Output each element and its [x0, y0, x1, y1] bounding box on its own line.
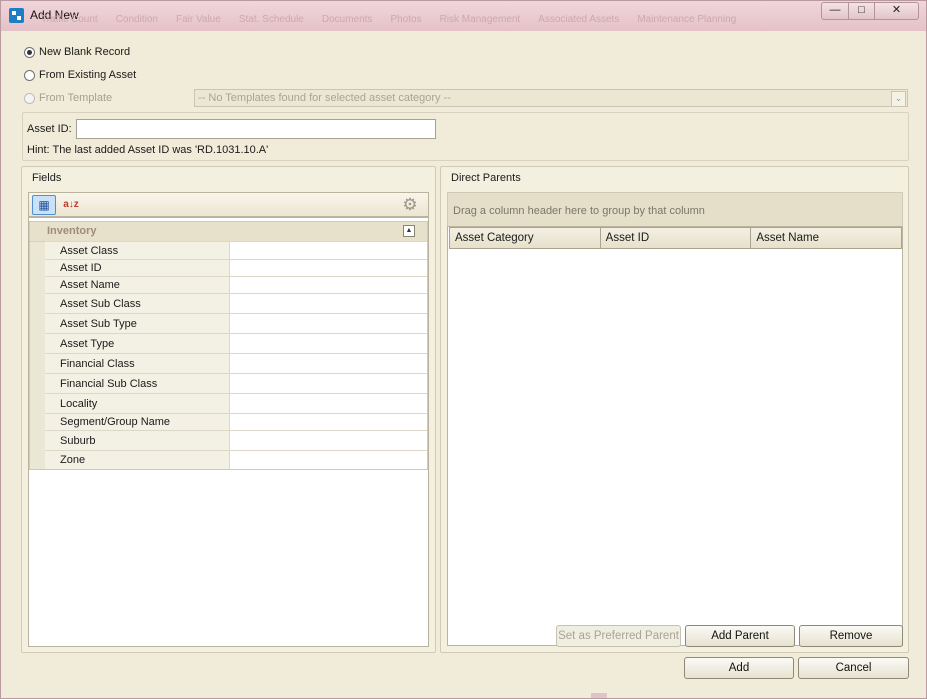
categorized-view-icon[interactable]: ▦: [32, 195, 56, 215]
property-grid-table: Inventory ▲ Asset Class Asset ID Asset N…: [29, 221, 428, 470]
radio-label: From Template: [39, 92, 113, 104]
direct-parents-panel: Direct Parents Drag a column header here…: [440, 166, 909, 653]
property-name: Zone: [45, 451, 230, 469]
category-label: Inventory: [47, 225, 97, 237]
property-value[interactable]: [230, 314, 427, 333]
collapse-icon[interactable]: ▲: [403, 225, 415, 237]
background-tab: Condition: [115, 14, 158, 25]
group-panel[interactable]: Drag a column header here to group by th…: [447, 192, 903, 226]
add-button[interactable]: Add: [684, 657, 794, 679]
parents-grid-header: Asset Category Asset ID Asset Name: [449, 227, 902, 249]
column-header-asset-category[interactable]: Asset Category: [449, 228, 600, 248]
property-row[interactable]: Asset ID: [45, 259, 427, 276]
property-row[interactable]: Locality: [45, 393, 427, 413]
radio-label: From Existing Asset: [39, 69, 137, 81]
asset-id-label: Asset ID:: [27, 123, 72, 135]
alphabetical-sort-icon[interactable]: a↓z: [59, 195, 83, 215]
property-value[interactable]: [230, 431, 427, 450]
fields-panel-title: Fields: [32, 172, 62, 184]
background-tab: Risk Management: [439, 14, 521, 25]
property-value[interactable]: [230, 242, 427, 259]
asset-id-input[interactable]: [76, 119, 436, 139]
set-preferred-parent-button: Set as Preferred Parent: [556, 625, 681, 647]
group-panel-hint: Drag a column header here to group by th…: [453, 205, 705, 217]
property-name: Suburb: [45, 431, 230, 450]
background-tabs: Traffic Count Condition Fair Value Stat.…: [41, 14, 881, 28]
property-name: Asset Class: [45, 242, 230, 259]
property-value[interactable]: [230, 260, 427, 276]
close-button[interactable]: ✕: [874, 2, 919, 20]
property-value[interactable]: [230, 334, 427, 353]
property-name: Financial Sub Class: [45, 374, 230, 393]
cancel-button[interactable]: Cancel: [798, 657, 909, 679]
remove-button[interactable]: Remove: [799, 625, 903, 647]
title-bar[interactable]: Add New Traffic Count Condition Fair Val…: [1, 1, 926, 31]
background-tab: Maintenance Planning: [637, 14, 737, 25]
property-value[interactable]: [230, 374, 427, 393]
property-value[interactable]: [230, 277, 427, 293]
property-row[interactable]: Segment/Group Name: [45, 413, 427, 430]
dialog-content: New Blank Record From Existing Asset Fro…: [9, 31, 920, 691]
property-name: Asset Sub Class: [45, 294, 230, 313]
background-tab: Fair Value: [175, 14, 221, 25]
property-value[interactable]: [230, 414, 427, 430]
property-grid: Inventory ▲ Asset Class Asset ID Asset N…: [28, 217, 429, 647]
property-grid-toolbar: ▦ a↓z ⚙: [28, 192, 429, 217]
window-bottom-edge: [591, 693, 607, 698]
property-row[interactable]: Asset Sub Type: [45, 313, 427, 333]
radio-label: New Blank Record: [39, 46, 131, 58]
property-row[interactable]: Financial Class: [45, 353, 427, 373]
background-tab: Photos: [390, 14, 422, 25]
radio-new-blank-record[interactable]: New Blank Record: [24, 46, 130, 58]
property-row[interactable]: Asset Sub Class: [45, 293, 427, 313]
property-row[interactable]: Asset Name: [45, 276, 427, 293]
property-name: Locality: [45, 394, 230, 413]
background-tab: Documents: [321, 14, 373, 25]
background-tab: Stat. Schedule: [238, 14, 304, 25]
column-header-asset-id[interactable]: Asset ID: [599, 228, 751, 248]
app-icon: [9, 8, 24, 23]
add-parent-button[interactable]: Add Parent: [685, 625, 795, 647]
property-row[interactable]: Asset Type: [45, 333, 427, 353]
property-name: Financial Class: [45, 354, 230, 373]
radio-dot-icon[interactable]: [24, 69, 35, 81]
property-row[interactable]: Asset Class: [45, 241, 427, 259]
radio-from-template: From Template: [24, 92, 112, 104]
maximize-button[interactable]: □: [848, 2, 875, 20]
parents-grid: Asset Category Asset ID Asset Name: [447, 226, 903, 646]
gear-icon[interactable]: ⚙: [398, 195, 422, 215]
property-value[interactable]: [230, 354, 427, 373]
property-name: Asset Type: [45, 334, 230, 353]
property-name: Asset Sub Type: [45, 314, 230, 333]
minimize-button[interactable]: —: [821, 2, 849, 20]
background-tab: Traffic Count: [41, 14, 98, 25]
template-select: -- No Templates found for selected asset…: [194, 89, 908, 107]
radio-dot-icon[interactable]: [24, 46, 35, 58]
fields-panel: Fields ▦ a↓z ⚙ Inventory ▲ Asset Class A…: [21, 166, 436, 653]
property-row[interactable]: Zone: [45, 450, 427, 469]
column-header-asset-name[interactable]: Asset Name: [750, 228, 901, 248]
property-value[interactable]: [230, 294, 427, 313]
add-new-window: Add New Traffic Count Condition Fair Val…: [0, 0, 927, 699]
chevron-down-icon: ⌄: [891, 91, 906, 107]
property-name: Segment/Group Name: [45, 414, 230, 430]
direct-parents-title: Direct Parents: [451, 172, 521, 184]
radio-from-existing-asset[interactable]: From Existing Asset: [24, 69, 136, 81]
property-value[interactable]: [230, 394, 427, 413]
template-select-value: -- No Templates found for selected asset…: [198, 92, 451, 104]
background-tab: Associated Assets: [538, 14, 620, 25]
radio-dot-icon: [24, 92, 35, 104]
property-name: Asset Name: [45, 277, 230, 293]
property-value[interactable]: [230, 451, 427, 469]
property-name: Asset ID: [45, 260, 230, 276]
property-row[interactable]: Financial Sub Class: [45, 373, 427, 393]
property-row[interactable]: Suburb: [45, 430, 427, 450]
category-row-inventory[interactable]: Inventory ▲: [30, 222, 427, 242]
asset-id-hint: Hint: The last added Asset ID was 'RD.10…: [27, 144, 269, 156]
